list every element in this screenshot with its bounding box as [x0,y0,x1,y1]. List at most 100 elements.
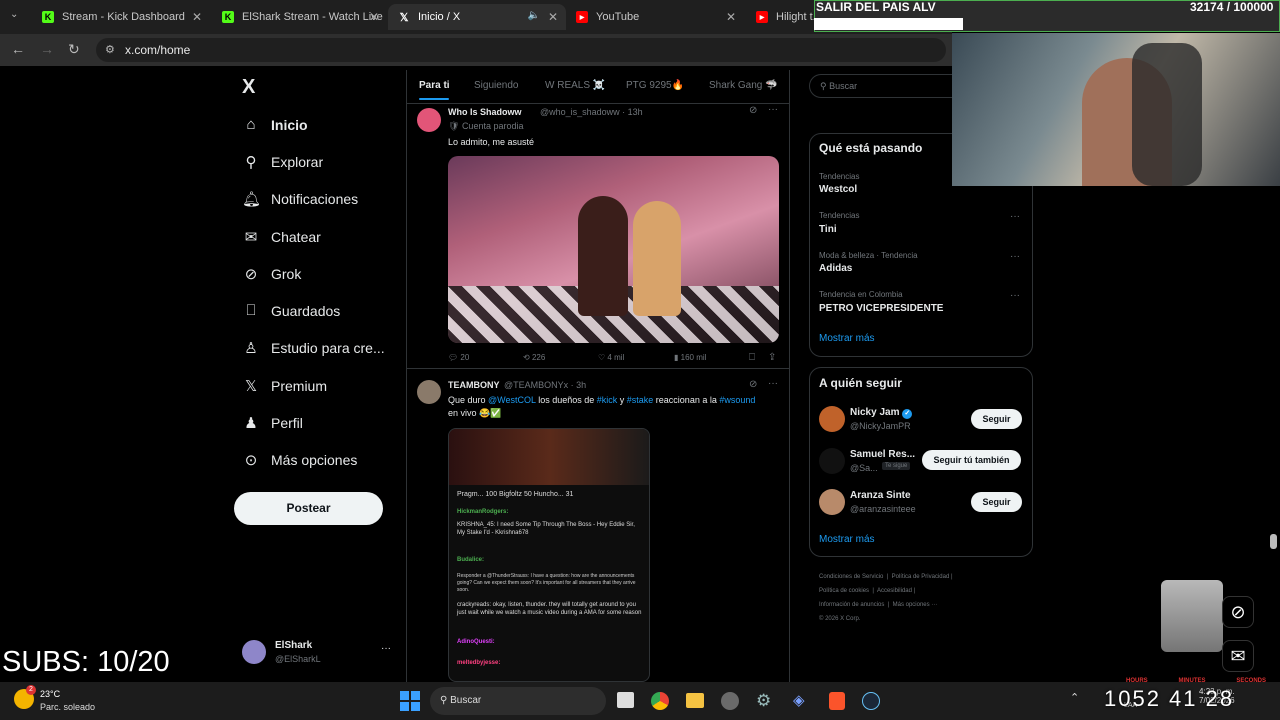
tab-inicio-x[interactable]: 𝕏 Inicio / X 🔈 ✕ [388,4,566,30]
like-action[interactable]: ♡ 4 mil [598,353,624,362]
sidebar-item-estudio[interactable]: ♙ Estudio para cre... [242,339,384,357]
footer-link[interactable]: Condiciones de Servicio [819,574,883,580]
follow-button[interactable]: Seguir [971,409,1022,429]
grok-icon[interactable]: ⊘ [749,105,757,116]
sidebar-item-premium[interactable]: 𝕏 Premium [242,377,327,395]
show-more-follow[interactable]: Mostrar más [819,534,875,545]
more-dots-icon[interactable]: ··· [1010,290,1020,301]
chat-line: KRISHNA_45: I need Some Tip Through The … [457,522,635,536]
page-scrollbar[interactable] [1270,534,1277,549]
tab-list-dropdown-icon[interactable]: ⌄ [10,9,18,20]
footer-link[interactable]: Política de Privacidad [892,574,950,580]
sidebar-item-perfil[interactable]: ♟ Perfil [242,414,303,432]
chat-line: crackyreads: okay, listen, thunder. they… [457,602,642,616]
brave-icon[interactable] [829,692,845,710]
hashtag-link[interactable]: #stake [627,395,654,405]
follow-name[interactable]: Aranza Sinte [850,490,911,501]
close-icon[interactable]: ✕ [192,10,202,24]
account-switcher[interactable]: ElShark @ElSharkL ··· [242,640,394,668]
sidebar-item-grok[interactable]: ⊘ Grok [242,265,302,283]
footer-link[interactable]: Más opciones ··· [893,602,938,608]
bookmark-icon[interactable]: ⎕ [749,352,755,363]
post-media-embed[interactable]: Pragm... 100 Bigfoltz 50 Huncho... 31 Hi… [448,428,650,682]
footer-link[interactable]: Información de anuncios [819,602,884,608]
mention-link[interactable]: @WestCOL [488,395,536,405]
x-logo[interactable]: X [242,76,255,99]
tab-para-ti[interactable]: Para ti [419,80,450,91]
task-view-icon[interactable] [617,692,634,708]
hashtag-link[interactable]: #kick [597,395,618,405]
trend-meta: Tendencia en Colombia [819,290,903,299]
post[interactable]: Who Is Shadoww @who_is_shadoww · 13h ⊘ ·… [407,104,789,369]
weather-widget[interactable]: 2 23°C Parc. soleado [14,685,124,715]
forward-icon[interactable]: → [40,41,54,57]
follow-name[interactable]: Nicky Jam ✓ [850,407,913,419]
post[interactable]: TEAMBONY @TEAMBONYx · 3h ⊘ ··· Que duro … [407,370,789,682]
grok-icon[interactable]: ⊘ [1222,596,1254,628]
post-author-name[interactable]: Who Is Shadoww [448,107,522,117]
taskbar-search-placeholder: Buscar [450,695,482,706]
show-more-trends[interactable]: Mostrar más [819,333,875,344]
trend-item[interactable]: Adidas [819,263,852,274]
more-dots-icon[interactable]: ··· [768,104,778,115]
chrome-icon[interactable] [651,692,669,710]
tab-siguiendo[interactable]: Siguiendo [474,80,518,91]
footer-link[interactable]: Política de cookies [819,588,869,594]
chat-line: Responder a @ThunderStrauss: I have a qu… [457,573,636,593]
tab-hilight[interactable]: ▶ Hilight t... [746,4,816,30]
back-icon[interactable]: ← [11,41,25,57]
tab-kick-dashboard[interactable]: K Stream - Kick Dashboard ✕ [32,4,210,30]
sidebar-item-notificaciones[interactable]: 🔔︎ Notificaciones [242,190,358,208]
taskbar-search[interactable]: ⚲ Buscar [430,687,606,715]
footer-link[interactable]: Accesibilidad [877,588,912,594]
sidebar-item-inicio[interactable]: ⌂ Inicio [242,116,307,133]
reply-action[interactable]: 💬︎ 20 [448,353,469,362]
more-dots-icon[interactable]: ··· [768,378,778,389]
site-info-icon[interactable]: ⚙ [105,38,115,62]
post-image[interactable] [448,156,779,343]
windows-start-icon[interactable] [400,691,420,711]
trend-item[interactable]: Westcol [819,184,857,195]
mail-icon[interactable]: ✉ [1222,640,1254,672]
avatar [819,448,845,474]
post-button[interactable]: Postear [234,492,383,525]
file-explorer-icon[interactable] [686,693,704,708]
share-icon[interactable]: ⇪ [768,352,776,363]
grok-icon[interactable]: ⊘ [749,379,757,390]
steam-icon[interactable] [862,692,880,710]
footer-links: Condiciones de Servicio | Política de Pr… [819,574,953,622]
follow-back-button[interactable]: Seguir tú también [922,450,1021,470]
search-input[interactable]: ⚲ Buscar [809,74,952,98]
tab-ptg[interactable]: PTG 9295🔥 [626,80,684,91]
reload-icon[interactable]: ↻ [68,41,80,58]
tab-elshark-stream[interactable]: K ElShark Stream - Watch Live ✕ [212,4,387,30]
sidebar-item-chatear[interactable]: ✉ Chatear [242,228,321,246]
steam-like-icon[interactable] [721,692,739,710]
trend-item[interactable]: Tini [819,224,837,235]
tray-expand-icon[interactable]: ⌃ [1070,691,1079,704]
tab-youtube[interactable]: ▶ YouTube ✕ [566,4,744,30]
follow-button[interactable]: Seguir [971,492,1022,512]
post-author-handle[interactable]: @TEAMBONYx · 3h [504,380,586,390]
app-icon[interactable]: ◈ [793,691,805,709]
sidebar-item-mas-opciones[interactable]: ⊙ Más opciones [242,451,358,469]
more-dots-icon[interactable]: ··· [1010,211,1020,222]
sidebar-item-guardados[interactable]: ⎕ Guardados [242,302,340,319]
hashtag-link[interactable]: #wsound [719,395,755,405]
tab-w-reals[interactable]: W REALS ☠️ [545,80,605,91]
repost-action[interactable]: ⟲ 226 [523,353,545,362]
post-author-handle[interactable]: @who_is_shadoww · 13h [540,107,643,117]
close-icon[interactable]: ✕ [548,10,558,24]
settings-icon[interactable]: ⚙ [756,691,771,711]
sidebar-item-explorar[interactable]: ⚲ Explorar [242,153,324,171]
close-icon[interactable]: ✕ [726,10,736,24]
close-icon[interactable]: ✕ [369,10,379,24]
post-author-name[interactable]: TEAMBONY [448,380,500,390]
trend-item[interactable]: PETRO VICEPRESIDENTE [819,303,943,314]
follow-name[interactable]: Samuel Res... [850,449,915,460]
tab-shark-gang[interactable]: Shark Gang 🦈 [709,80,778,91]
speaker-icon[interactable]: 🔈 [528,10,540,21]
views-action[interactable]: ▮ 160 mil [674,353,706,362]
more-dots-icon[interactable]: ··· [1010,251,1020,262]
url-field[interactable]: ⚙ x.com/home [96,38,946,62]
